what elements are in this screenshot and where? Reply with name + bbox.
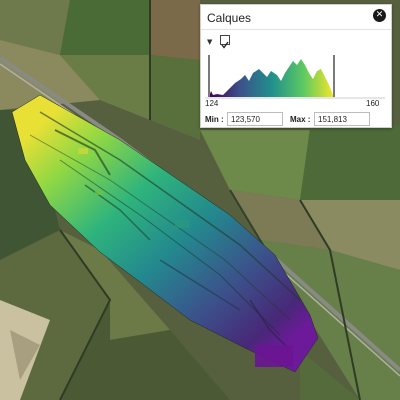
min-label: Min : bbox=[205, 115, 224, 124]
field bbox=[150, 0, 200, 60]
panel-divider bbox=[201, 29, 391, 30]
elevation-histogram[interactable] bbox=[205, 51, 385, 99]
checkmark-icon bbox=[221, 41, 229, 49]
field bbox=[300, 125, 400, 200]
histogram-max-label: 160 bbox=[366, 99, 380, 108]
min-input[interactable] bbox=[227, 112, 283, 126]
map-viewport[interactable]: Calques ✕ ▼ 124 160 Min: 123,570 Max: … bbox=[0, 0, 400, 400]
close-icon[interactable]: ✕ bbox=[373, 9, 386, 22]
caret-down-icon[interactable]: ▼ bbox=[207, 38, 212, 46]
panel-title: Calques bbox=[207, 11, 252, 25]
max-input[interactable] bbox=[314, 112, 370, 126]
layer-visible-checkbox[interactable] bbox=[220, 35, 230, 49]
histogram-min-label: 124 bbox=[205, 99, 219, 108]
field bbox=[60, 0, 150, 55]
max-label: Max : bbox=[290, 115, 311, 124]
layers-panel: Calques ✕ ▼ 124 160 Min: 123,570 Max: … bbox=[200, 4, 392, 128]
